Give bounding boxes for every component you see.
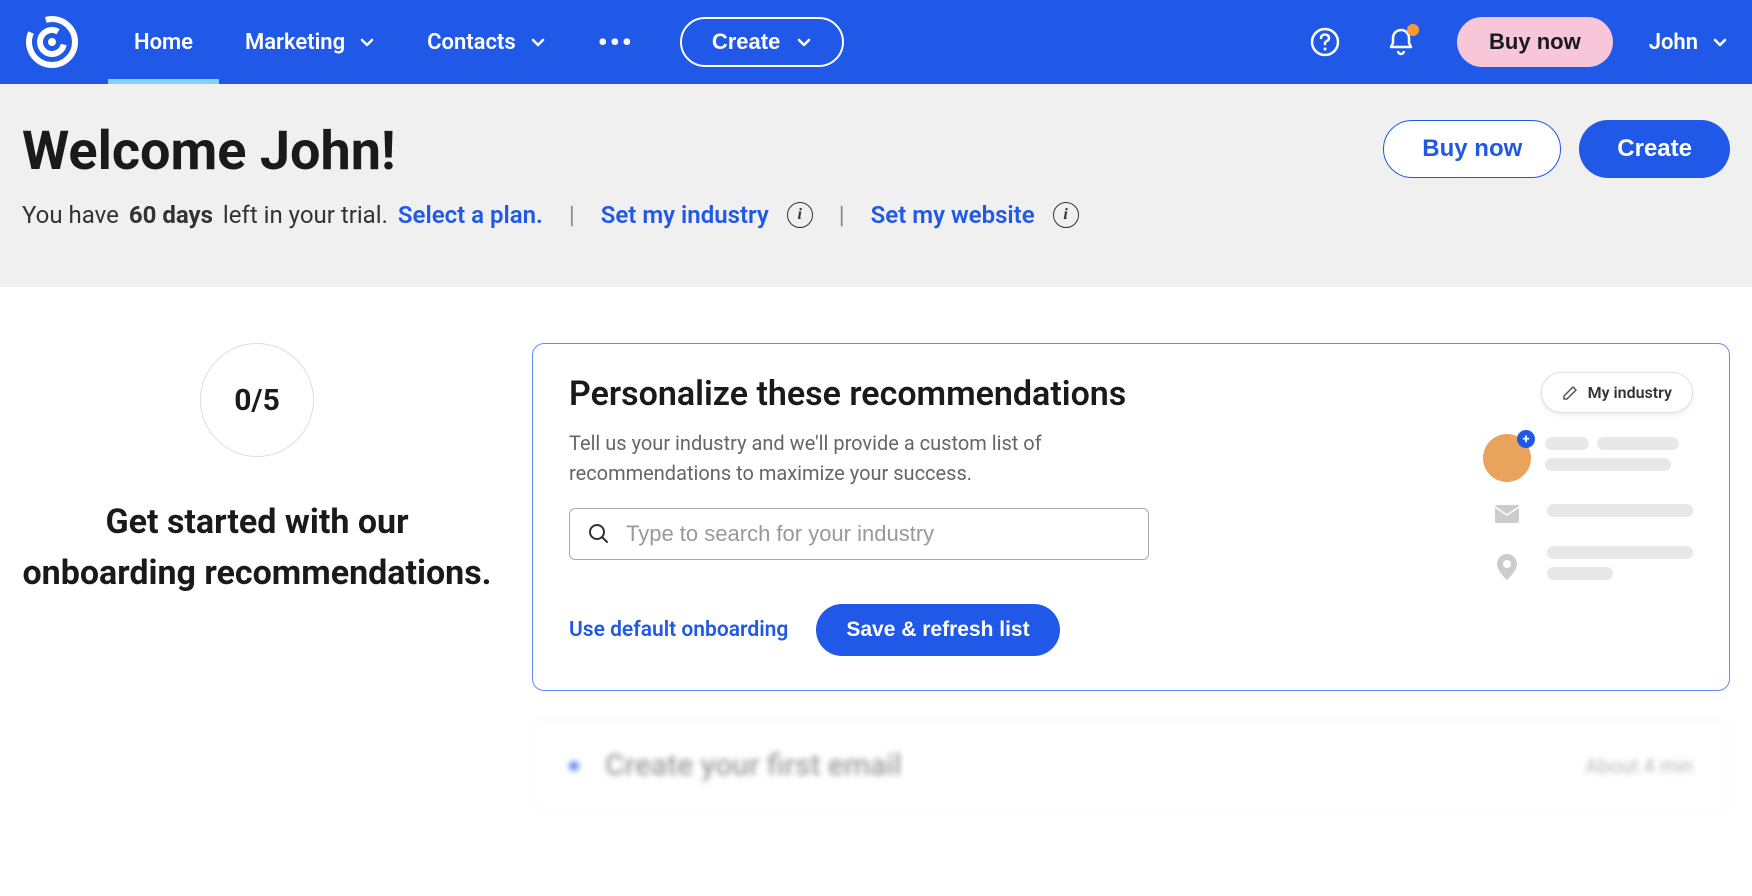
user-name-label: John xyxy=(1649,30,1698,55)
personalize-card: Personalize these recommendations Tell u… xyxy=(532,343,1730,691)
avatar-plus-icon: + xyxy=(1517,430,1535,448)
nav-create-button[interactable]: Create xyxy=(680,17,844,67)
nav-create-label: Create xyxy=(712,29,780,55)
next-step-title: Create your first email xyxy=(605,748,1559,783)
nav-marketing-label: Marketing xyxy=(245,30,345,55)
personalize-description: Tell us your industry and we'll provide … xyxy=(569,428,1089,488)
logo-icon[interactable] xyxy=(24,14,80,70)
onboarding-sidebar: 0/5 Get started with our onboarding reco… xyxy=(22,343,492,599)
header-section: Welcome John! Buy now Create You have 60… xyxy=(0,84,1752,287)
page-title: Welcome John! xyxy=(22,120,396,183)
search-icon xyxy=(588,523,610,545)
pencil-icon xyxy=(1562,385,1578,401)
divider: | xyxy=(839,201,845,229)
trial-prefix: You have xyxy=(22,201,119,229)
chevron-down-icon xyxy=(359,34,375,50)
chevron-down-icon xyxy=(1712,34,1728,50)
nav-contacts[interactable]: Contacts xyxy=(401,0,572,84)
location-pin-icon xyxy=(1493,553,1521,581)
chevron-down-icon xyxy=(530,34,546,50)
personalize-title: Personalize these recommendations xyxy=(569,374,1693,414)
save-refresh-button[interactable]: Save & refresh list xyxy=(816,604,1059,656)
onboarding-main: Personalize these recommendations Tell u… xyxy=(532,343,1730,812)
top-nav: Home Marketing Contacts ••• Create Buy n… xyxy=(0,0,1752,84)
nav-more-icon[interactable]: ••• xyxy=(572,26,660,59)
select-plan-link[interactable]: Select a plan. xyxy=(398,201,543,229)
nav-buy-now-button[interactable]: Buy now xyxy=(1457,17,1613,67)
progress-indicator: 0/5 xyxy=(200,343,314,457)
nav-items: Home Marketing Contacts ••• Create xyxy=(108,0,844,84)
chevron-down-icon xyxy=(796,34,812,50)
nav-contacts-label: Contacts xyxy=(427,30,516,55)
decorative-profile-preview: + xyxy=(1483,434,1693,606)
next-step-card[interactable]: Create your first email About 4 min xyxy=(532,719,1730,812)
my-industry-label: My industry xyxy=(1588,383,1672,402)
set-website-link[interactable]: Set my website xyxy=(871,201,1035,229)
envelope-icon xyxy=(1493,500,1521,528)
next-step-time: About 4 min xyxy=(1585,754,1693,778)
set-industry-link[interactable]: Set my industry xyxy=(601,201,769,229)
nav-home-label: Home xyxy=(134,30,193,55)
help-icon[interactable] xyxy=(1305,22,1345,62)
header-create-button[interactable]: Create xyxy=(1579,120,1730,178)
avatar: + xyxy=(1483,434,1531,482)
main-content: 0/5 Get started with our onboarding reco… xyxy=(0,287,1752,812)
trial-info-row: You have 60 days left in your trial. Sel… xyxy=(22,201,1730,229)
info-icon[interactable]: i xyxy=(787,202,813,228)
trial-suffix: left in your trial. xyxy=(223,201,388,229)
default-onboarding-link[interactable]: Use default onboarding xyxy=(569,618,788,642)
divider: | xyxy=(569,201,575,229)
nav-marketing[interactable]: Marketing xyxy=(219,0,401,84)
onboarding-heading: Get started with our onboarding recommen… xyxy=(22,497,492,599)
notification-dot xyxy=(1407,24,1419,36)
notification-icon[interactable] xyxy=(1381,22,1421,62)
my-industry-badge[interactable]: My industry xyxy=(1541,372,1693,413)
trial-days: 60 days xyxy=(129,201,213,229)
user-menu[interactable]: John xyxy=(1649,30,1728,55)
industry-search-wrap[interactable] xyxy=(569,508,1149,560)
industry-search-input[interactable] xyxy=(626,521,1130,547)
nav-home[interactable]: Home xyxy=(108,0,219,84)
info-icon[interactable]: i xyxy=(1053,202,1079,228)
header-buy-now-button[interactable]: Buy now xyxy=(1383,120,1561,178)
bullet-icon xyxy=(569,761,579,771)
